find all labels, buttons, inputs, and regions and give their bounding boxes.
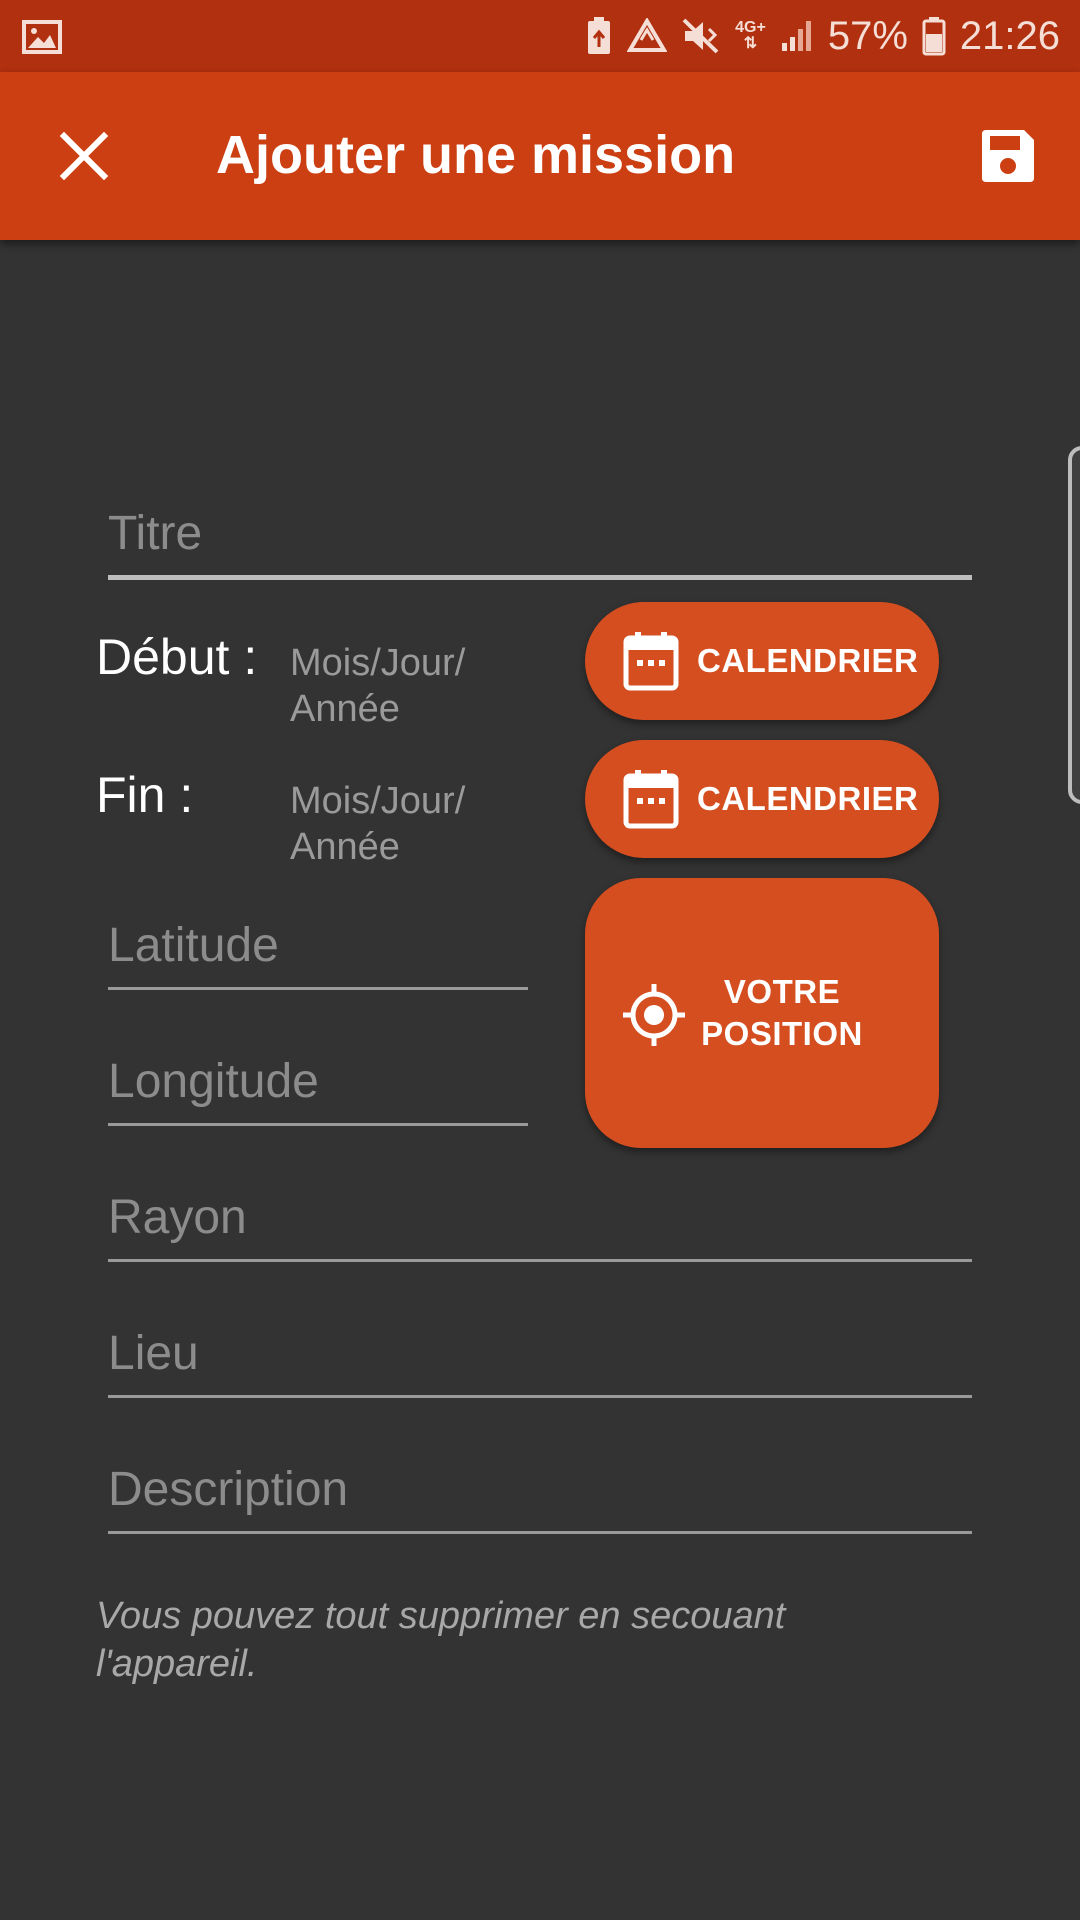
debut-label: Début : <box>96 629 258 685</box>
latitude-placeholder: Latitude <box>108 919 279 972</box>
rayon-field[interactable]: Rayon <box>108 1184 972 1262</box>
latitude-underline <box>108 987 528 990</box>
page-title: Ajouter une mission <box>216 125 736 185</box>
shake-hint: Vous pouvez tout supprimer en secouant l… <box>96 1595 786 1685</box>
debut-calendar-button[interactable]: CALENDRIER <box>585 602 939 720</box>
mute-icon <box>682 18 719 54</box>
signal-icon <box>781 21 811 51</box>
position-label-line1: VOTRE <box>723 973 841 1010</box>
description-field[interactable]: Description <box>108 1456 972 1534</box>
votre-position-label: VOTRE POSITION <box>697 971 867 1055</box>
my-location-icon <box>623 984 685 1046</box>
calendar-button-label: CALENDRIER <box>697 780 919 817</box>
calendar-icon <box>623 632 679 691</box>
clock: 21:26 <box>959 13 1060 58</box>
fin-calendar-button[interactable]: CALENDRIER <box>585 740 939 858</box>
titre-field[interactable]: Titre <box>108 500 972 580</box>
battery-percent: 57% <box>827 13 908 58</box>
rayon-placeholder: Rayon <box>108 1191 247 1244</box>
debut-date-line1: Mois/Jour/ <box>290 642 466 684</box>
fin-date-line2: Année <box>290 826 400 868</box>
app-bar: Ajouter une mission <box>0 72 1080 240</box>
description-underline <box>108 1531 972 1534</box>
fin-date-line1: Mois/Jour/ <box>290 780 466 822</box>
image-notification-icon <box>22 20 62 54</box>
battery-icon <box>922 17 946 56</box>
scroll-edge-handle[interactable] <box>1068 446 1080 804</box>
debut-date-line2: Année <box>290 688 400 730</box>
votre-position-button[interactable]: VOTRE POSITION <box>585 878 939 1148</box>
latitude-field[interactable]: Latitude <box>108 912 528 990</box>
rayon-underline <box>108 1259 972 1262</box>
position-label-line2: POSITION <box>701 1015 863 1052</box>
longitude-underline <box>108 1123 528 1126</box>
close-icon[interactable] <box>58 130 110 182</box>
description-placeholder: Description <box>108 1463 349 1516</box>
calendar-icon <box>623 770 679 829</box>
calendar-button-label: CALENDRIER <box>697 642 919 679</box>
fin-date-value[interactable]: Mois/Jour/ Année <box>290 778 465 870</box>
battery-saver-icon <box>588 17 611 54</box>
status-bar: 4G+ ⇅ 57% 21:26 <box>0 0 1080 72</box>
debut-date-value[interactable]: Mois/Jour/ Année <box>290 640 465 732</box>
lieu-underline <box>108 1395 972 1398</box>
fin-label: Fin : <box>96 767 194 823</box>
longitude-placeholder: Longitude <box>108 1055 319 1108</box>
lieu-field[interactable]: Lieu <box>108 1320 972 1398</box>
titre-placeholder: Titre <box>108 507 203 560</box>
lieu-placeholder: Lieu <box>108 1327 199 1380</box>
save-icon[interactable] <box>978 126 1038 186</box>
network-type: 4G+ ⇅ <box>735 19 766 52</box>
titre-underline <box>108 575 972 580</box>
recycle-icon <box>627 18 668 52</box>
longitude-field[interactable]: Longitude <box>108 1048 528 1126</box>
